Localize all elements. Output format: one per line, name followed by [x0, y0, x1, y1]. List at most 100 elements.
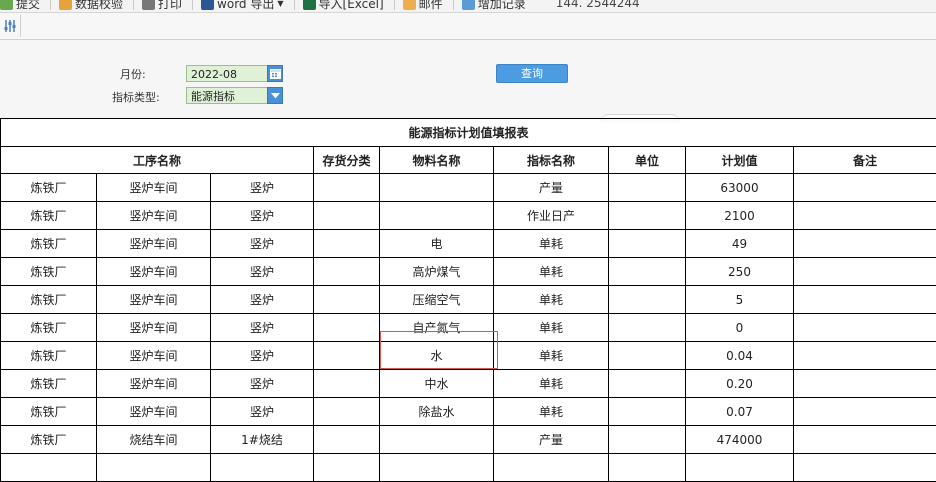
cell-plan-value[interactable]: 49 — [686, 230, 794, 258]
calendar-icon — [270, 68, 281, 79]
cell-workshop: 竖炉车间 — [97, 202, 211, 230]
cell-category[interactable] — [314, 370, 380, 398]
cell-remark[interactable] — [794, 342, 936, 370]
toolbar-divider — [294, 0, 295, 10]
cell-plan-value[interactable]: 250 — [686, 258, 794, 286]
month-label: 月份: — [120, 66, 146, 82]
cell-remark[interactable] — [794, 230, 936, 258]
cell-plan-value[interactable]: 63000 — [686, 174, 794, 202]
cell-category[interactable] — [314, 314, 380, 342]
cell-plan-value[interactable]: 0 — [686, 314, 794, 342]
cell-category[interactable] — [314, 258, 380, 286]
cell-material[interactable]: 压缩空气 — [380, 286, 494, 314]
cell-material[interactable]: 自产氮气 — [380, 314, 494, 342]
cell-plan-value[interactable]: 2100 — [686, 202, 794, 230]
cell-factory: 炼铁厂 — [1, 314, 97, 342]
cell-workshop: 竖炉车间 — [97, 342, 211, 370]
cell-material[interactable]: 电 — [380, 230, 494, 258]
cell-material[interactable] — [380, 426, 494, 454]
cell-unit[interactable] — [609, 426, 686, 454]
cell-workshop: 竖炉车间 — [97, 174, 211, 202]
cell-indicator: 单耗 — [494, 398, 609, 426]
cell-unit[interactable] — [609, 314, 686, 342]
excel-icon — [303, 0, 316, 10]
cell-process: 1#烧结 — [211, 426, 314, 454]
cell-indicator: 单耗 — [494, 230, 609, 258]
cell-remark[interactable] — [794, 314, 936, 342]
cell-plan-value[interactable]: 0.04 — [686, 342, 794, 370]
cell-unit[interactable] — [609, 202, 686, 230]
cell-material[interactable] — [380, 174, 494, 202]
column-header-remark: 备注 — [794, 147, 936, 174]
cell-process: 竖炉 — [211, 314, 314, 342]
cell-process: 竖炉 — [211, 202, 314, 230]
cell-material[interactable]: 水 — [380, 342, 494, 370]
cell-factory: 炼铁厂 — [1, 202, 97, 230]
table-row: 炼铁厂竖炉车间竖炉除盐水单耗0.07 — [1, 398, 936, 426]
cell-category[interactable] — [314, 230, 380, 258]
cell-unit[interactable] — [609, 398, 686, 426]
cell-remark[interactable] — [794, 286, 936, 314]
toolbar-divider — [453, 0, 454, 10]
word-export-button[interactable]: word 导出 ▼ — [201, 0, 283, 12]
cell-category[interactable] — [314, 202, 380, 230]
cell-workshop: 竖炉车间 — [97, 258, 211, 286]
cell-material[interactable] — [380, 202, 494, 230]
cell-category[interactable] — [314, 398, 380, 426]
print-button[interactable]: 打印 — [142, 0, 182, 12]
cell-category[interactable] — [314, 342, 380, 370]
cell-factory: 炼铁厂 — [1, 342, 97, 370]
table-row: 炼铁厂竖炉车间竖炉水单耗0.04 — [1, 342, 936, 370]
pencil-icon — [59, 0, 72, 10]
mail-button[interactable]: 邮件 — [403, 0, 443, 12]
cell-remark[interactable] — [794, 258, 936, 286]
cell-remark[interactable] — [794, 426, 936, 454]
cell-material[interactable]: 高炉煤气 — [380, 258, 494, 286]
toolbar-divider — [133, 0, 134, 10]
cell-plan-value[interactable]: 0.07 — [686, 398, 794, 426]
cell-plan-value[interactable]: 474000 — [686, 426, 794, 454]
cell-unit[interactable] — [609, 286, 686, 314]
submit-button[interactable]: 提交 — [0, 0, 40, 12]
cell-indicator: 单耗 — [494, 370, 609, 398]
cell-plan-value[interactable]: 0.20 — [686, 370, 794, 398]
filter-panel: 月份: 2022-08 指标类型: 能源指标 查询 — [0, 40, 936, 118]
column-header-category: 存货分类 — [314, 147, 380, 174]
cell-indicator: 单耗 — [494, 286, 609, 314]
cell-category[interactable] — [314, 286, 380, 314]
cell-plan-value[interactable]: 5 — [686, 286, 794, 314]
settings-sliders-button[interactable] — [0, 15, 21, 37]
cell-workshop: 竖炉车间 — [97, 398, 211, 426]
cell-category[interactable] — [314, 426, 380, 454]
cell-material[interactable]: 中水 — [380, 370, 494, 398]
cell-factory: 炼铁厂 — [1, 286, 97, 314]
cell-material[interactable]: 除盐水 — [380, 398, 494, 426]
cell-factory: 炼铁厂 — [1, 258, 97, 286]
cell-remark[interactable] — [794, 202, 936, 230]
month-input[interactable]: 2022-08 — [186, 65, 268, 82]
import-excel-button[interactable]: 导入[Excel] — [303, 0, 384, 12]
cell-indicator: 作业日产 — [494, 202, 609, 230]
cell-factory: 炼铁厂 — [1, 174, 97, 202]
table-header-row: 工序名称 存货分类 物料名称 指标名称 单位 计划值 备注 — [1, 147, 936, 174]
indicator-type-dropdown-button[interactable] — [267, 87, 283, 104]
query-button[interactable]: 查询 — [496, 64, 568, 83]
cell-factory: 炼铁厂 — [1, 426, 97, 454]
cell-workshop: 竖炉车间 — [97, 370, 211, 398]
toolbar: 提交 数据校验 打印 word 导出 ▼ 导入[Excel] 邮件 — [0, 0, 936, 13]
cell-remark[interactable] — [794, 174, 936, 202]
cell-unit[interactable] — [609, 174, 686, 202]
cell-unit[interactable] — [609, 370, 686, 398]
cell-category[interactable] — [314, 174, 380, 202]
add-record-button[interactable]: 增加记录 — [462, 0, 526, 12]
cell-process: 竖炉 — [211, 398, 314, 426]
calendar-button[interactable] — [267, 65, 283, 82]
cell-remark[interactable] — [794, 370, 936, 398]
cell-process: 竖炉 — [211, 370, 314, 398]
cell-unit[interactable] — [609, 258, 686, 286]
cell-unit[interactable] — [609, 342, 686, 370]
data-check-button[interactable]: 数据校验 — [59, 0, 123, 12]
cell-remark[interactable] — [794, 398, 936, 426]
cell-unit[interactable] — [609, 230, 686, 258]
indicator-type-select[interactable]: 能源指标 — [186, 87, 268, 104]
